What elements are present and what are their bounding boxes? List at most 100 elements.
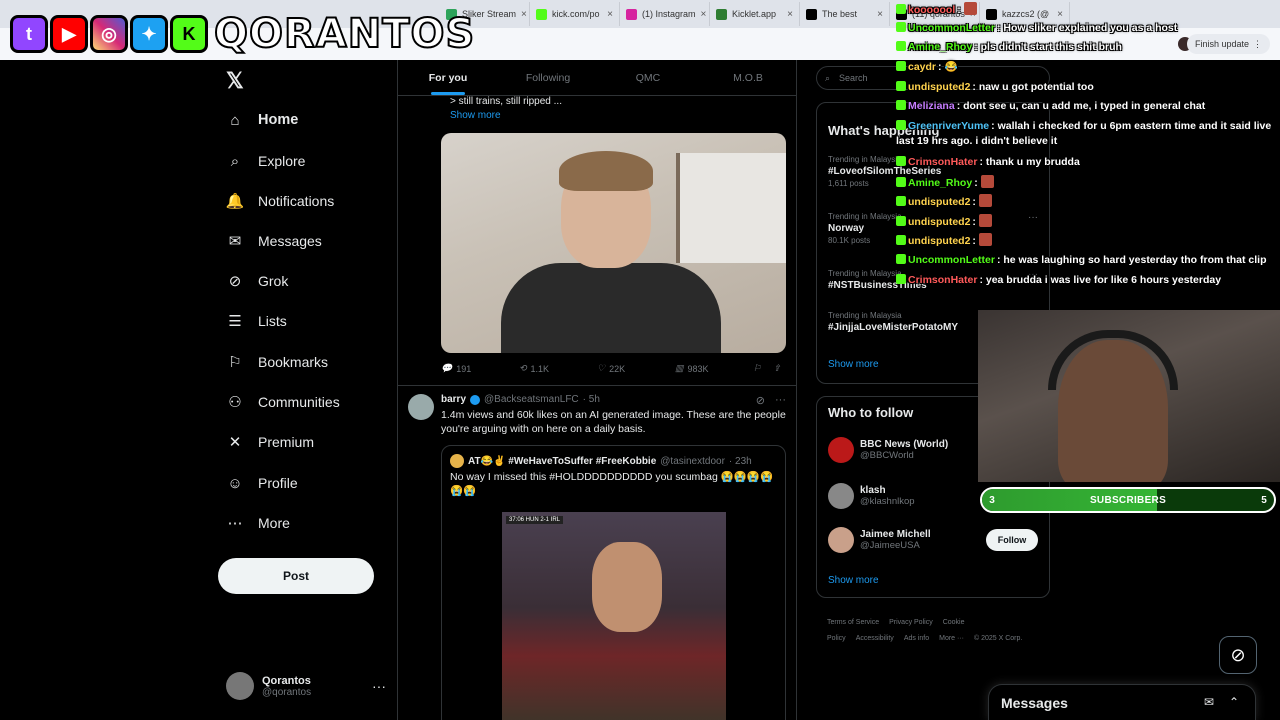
sidebar-item-home[interactable]: ⌂ Home [226,105,298,135]
chart-icon: ▥ [675,363,684,373]
author-handle[interactable]: @BackseatsmanLFC [484,394,579,405]
quote-text: No way I missed this #HOLDDDDDDDDDD you … [450,471,774,497]
sidebar-item-explore[interactable]: ⌕ Explore [226,146,306,176]
reply-button[interactable]: 💬 191 [441,363,519,374]
chevron-up-icon[interactable]: ⌃ [1229,695,1239,709]
tab-favicon-icon [806,8,817,20]
show-more-link[interactable]: Show more [828,359,879,370]
share-button[interactable]: ⇪ [773,363,781,374]
tweet-time[interactable]: · 5h [583,394,600,405]
chat-text: 😂 [944,61,958,73]
close-icon[interactable]: × [787,9,793,20]
bookmark-button[interactable]: ⚐ [753,363,761,374]
chat-text: thank u my brudda [985,156,1080,168]
show-more-link[interactable]: Show more [450,110,501,121]
suggestion-name: Jaimee Michell [860,529,931,540]
show-more-link[interactable]: Show more [828,575,879,586]
quoted-tweet[interactable]: AT😂✌ #WeHaveToSuffer #FreeKobbie @tasine… [441,445,786,720]
avatar[interactable] [408,394,434,420]
search-placeholder: Search [839,73,868,83]
messages-drawer[interactable]: Messages ✉ ⌃ [988,684,1256,720]
tab-qmc[interactable]: QMC [598,60,698,95]
stream-chat-overlay: kooooool: UncommonLetter: How sliker exp… [896,0,1280,300]
browser-tab[interactable]: Kicklet.app × [710,2,800,26]
mail-icon: ✉ [228,233,242,250]
sidebar-item-bookmarks[interactable]: ⚐ Bookmarks [226,347,328,377]
author-name[interactable]: barry [441,394,466,405]
verified-icon [470,394,481,405]
tab-label: (1) Instagram [642,9,696,19]
avatar [828,437,854,463]
post-button[interactable]: Post [218,558,374,594]
bell-icon: 🔔 [225,193,245,210]
twitch-icon: t [10,15,48,53]
sidebar-item-messages[interactable]: ✉ Messages [226,226,322,256]
account-switcher[interactable]: Qorantos @qorantos ··· [226,672,386,700]
tab-for-you[interactable]: For you [398,60,498,95]
sidebar-item-notifications[interactable]: 🔔 Notifications [225,186,335,216]
grok-fab-button[interactable]: ⊘ [1219,636,1257,674]
x-logo-icon[interactable]: 𝕏 [226,68,244,94]
sidebar-item-communities[interactable]: ⚇ Communities [226,387,339,417]
webcam-feed [978,310,1280,482]
footer-link[interactable]: More ··· [939,635,964,642]
suggestion-handle: @JaimeeUSA [860,540,920,551]
chat-text: yea brudda i was live for like 6 hours y… [985,274,1222,286]
feed-tabs: For you Following QMC M.O.B [398,60,796,96]
close-icon[interactable]: × [877,9,883,20]
tweet-divider [398,385,796,386]
avatar [450,454,464,468]
chat-text: pls didn't start this shit bruh [980,41,1122,53]
new-message-icon[interactable]: ✉ [1204,695,1214,709]
subscriber-label: SUBSCRIBERS [1089,494,1167,506]
footer-link[interactable]: Ads info [904,635,929,642]
tab-following[interactable]: Following [498,60,598,95]
kick-badge-icon [896,156,906,166]
follow-suggestion[interactable]: Jaimee Michell @JaimeeUSA Follow [828,527,1038,553]
browser-tab[interactable]: The best × [800,2,890,26]
chat-username: UncommonLetter [908,22,995,34]
like-button[interactable]: ♡ 22K [597,363,675,374]
sidebar-item-premium[interactable]: ✕ Premium [226,427,314,457]
browser-tab[interactable]: (1) Instagram × [620,2,710,26]
tweet-video[interactable] [441,133,786,353]
kick-badge-icon [896,4,906,14]
chat-message: undisputed2: [896,194,1280,210]
emote-icon [980,175,994,188]
close-icon[interactable]: × [521,9,527,20]
grok-icon[interactable]: ⊘ [756,394,765,407]
home-icon: ⌂ [230,111,240,129]
repost-button[interactable]: ⟲ 1.1K [519,363,597,374]
repost-count: 1.1K [530,363,550,374]
footer-link[interactable]: Accessibility [856,635,894,642]
player-figure [592,542,662,632]
kick-badge-icon [896,235,906,245]
sidebar-item-label: Bookmarks [258,354,329,370]
sidebar-item-grok[interactable]: ⊘ Grok [226,266,289,296]
reply-count: 191 [456,363,472,374]
kick-badge-icon [896,177,906,187]
sidebar-item-more[interactable]: ⋯ More [226,508,290,538]
footer-link[interactable]: Privacy Policy [889,619,933,626]
tab-m-o-b[interactable]: M.O.B [698,60,796,95]
close-icon[interactable]: × [701,9,707,20]
view-count: 983K [687,363,709,374]
streamer-brand: QORANTOS [213,10,476,58]
suggestion-name: BBC News (World) [860,439,949,450]
emote-icon [978,214,992,227]
follow-button[interactable]: Follow [986,529,1038,551]
footer-link[interactable]: © 2025 X Corp. [974,635,1022,642]
views-button[interactable]: ▥ 983K [675,363,753,374]
sidebar-item-lists[interactable]: ☰ Lists [226,306,287,336]
quote-image[interactable]: 37:06 HUN 2-1 IRL [502,512,726,720]
sidebar-item-profile[interactable]: ☺ Profile [226,468,297,498]
close-icon[interactable]: × [607,9,613,20]
footer-link[interactable]: Terms of Service [827,619,879,626]
chat-message: GreenriverYume: wallah i checked for u 6… [896,120,1272,147]
list-icon: ☰ [228,313,242,330]
browser-tab[interactable]: kick.com/po × [530,2,620,26]
chat-message: CrimsonHater: yea brudda i was live for … [896,273,1280,288]
more-options-icon[interactable]: ··· [775,394,786,407]
tweet-header: barry @BackseatsmanLFC · 5h [441,394,600,405]
tab-favicon-icon [536,8,547,20]
